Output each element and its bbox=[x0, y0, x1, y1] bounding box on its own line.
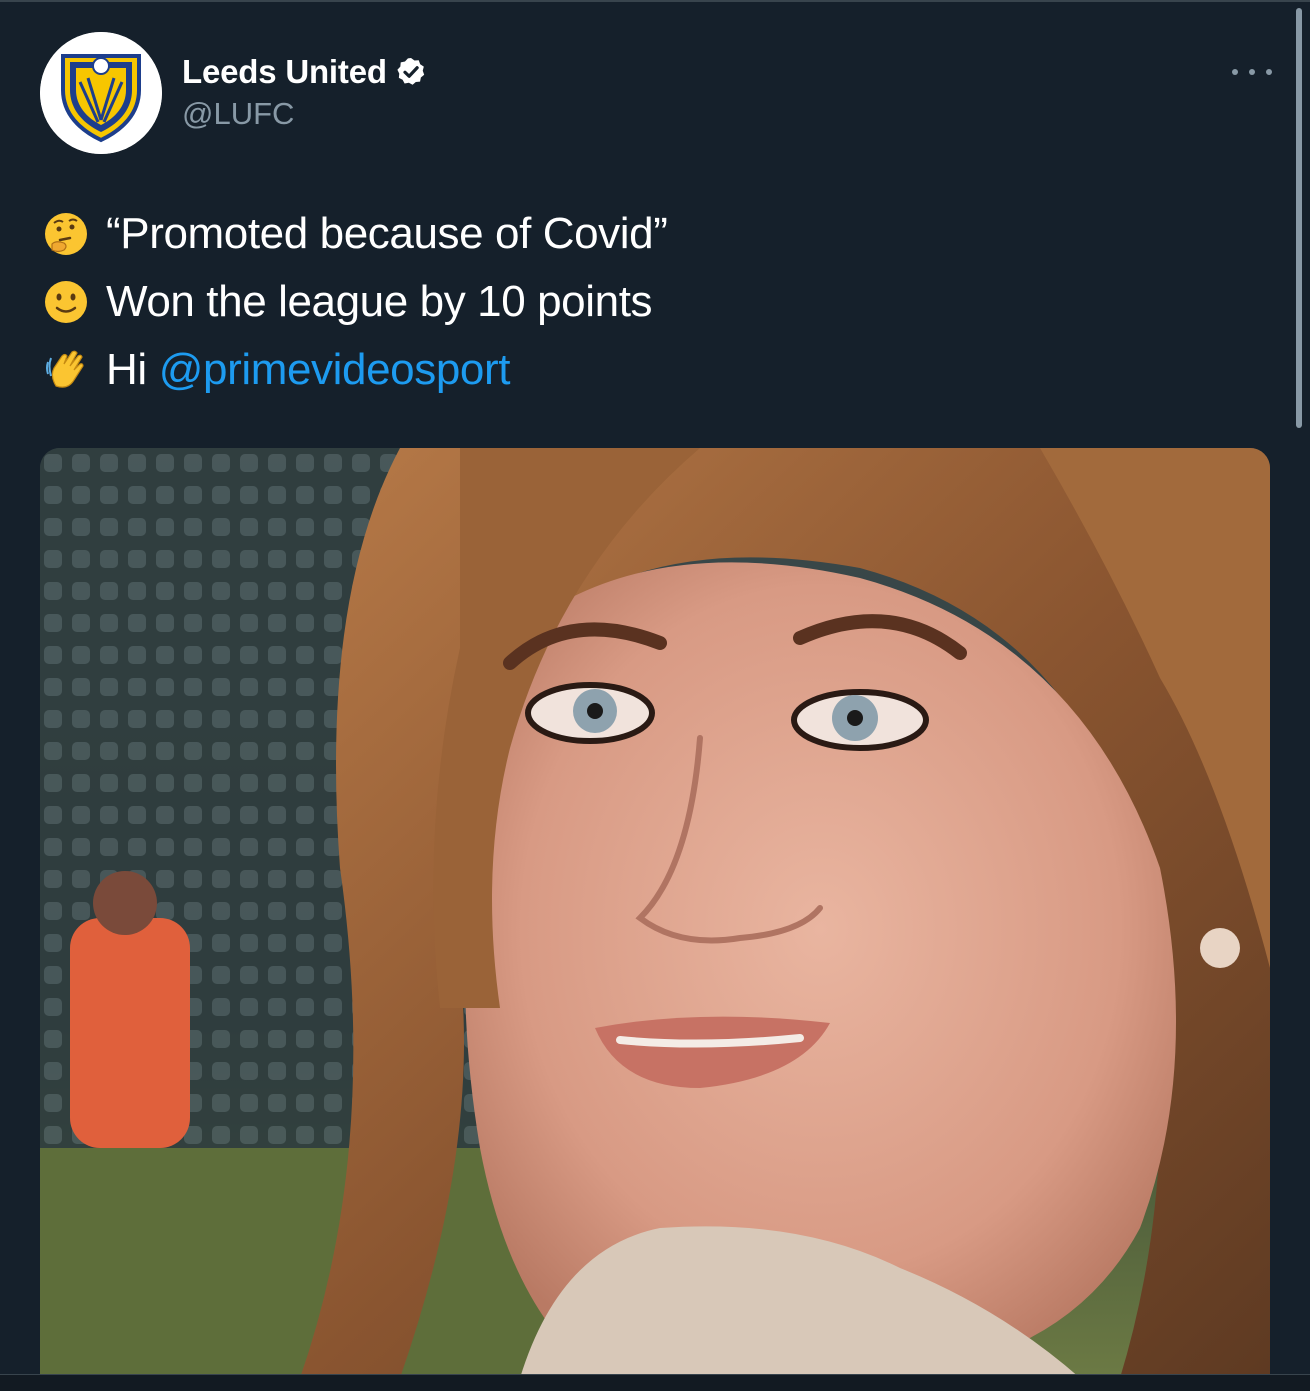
dot-icon bbox=[1249, 69, 1255, 75]
tweet-line-text: Won the league by 10 points bbox=[106, 277, 653, 326]
tweet-card: Leeds United @LUFC “Promoted because of … bbox=[0, 0, 1310, 1391]
top-divider bbox=[0, 0, 1310, 2]
tweet-line: Hi @primevideosport bbox=[42, 336, 1262, 404]
tweet-text: “Promoted because of Covid” Won the leag… bbox=[42, 200, 1262, 404]
scrollbar[interactable] bbox=[1296, 8, 1302, 428]
author-handle[interactable]: @LUFC bbox=[182, 96, 427, 132]
video-thumbnail-icon bbox=[40, 448, 1270, 1378]
author-avatar[interactable] bbox=[40, 32, 162, 154]
tweet-media[interactable] bbox=[40, 448, 1270, 1378]
verified-badge-icon bbox=[397, 58, 425, 85]
tweet-line: Won the league by 10 points bbox=[42, 268, 1262, 336]
waving-hand-emoji-icon bbox=[46, 350, 84, 388]
bottom-divider bbox=[0, 1374, 1310, 1391]
tweet-line: “Promoted because of Covid” bbox=[42, 200, 1262, 268]
thinking-face-emoji-icon bbox=[45, 213, 87, 255]
author-display-name[interactable]: Leeds United bbox=[182, 53, 387, 91]
display-name-row: Leeds United bbox=[182, 50, 427, 94]
dot-icon bbox=[1232, 69, 1238, 75]
dot-icon bbox=[1266, 69, 1272, 75]
leeds-crest-icon bbox=[40, 32, 162, 154]
slightly-smiling-face-emoji-icon bbox=[45, 281, 87, 323]
more-options-icon[interactable] bbox=[1232, 60, 1272, 84]
mention-link[interactable]: @primevideosport bbox=[159, 345, 511, 395]
tweet-line-text: “Promoted because of Covid” bbox=[106, 209, 668, 258]
tweet-line-text: Hi bbox=[106, 345, 147, 394]
author-info[interactable]: Leeds United @LUFC bbox=[182, 50, 427, 132]
